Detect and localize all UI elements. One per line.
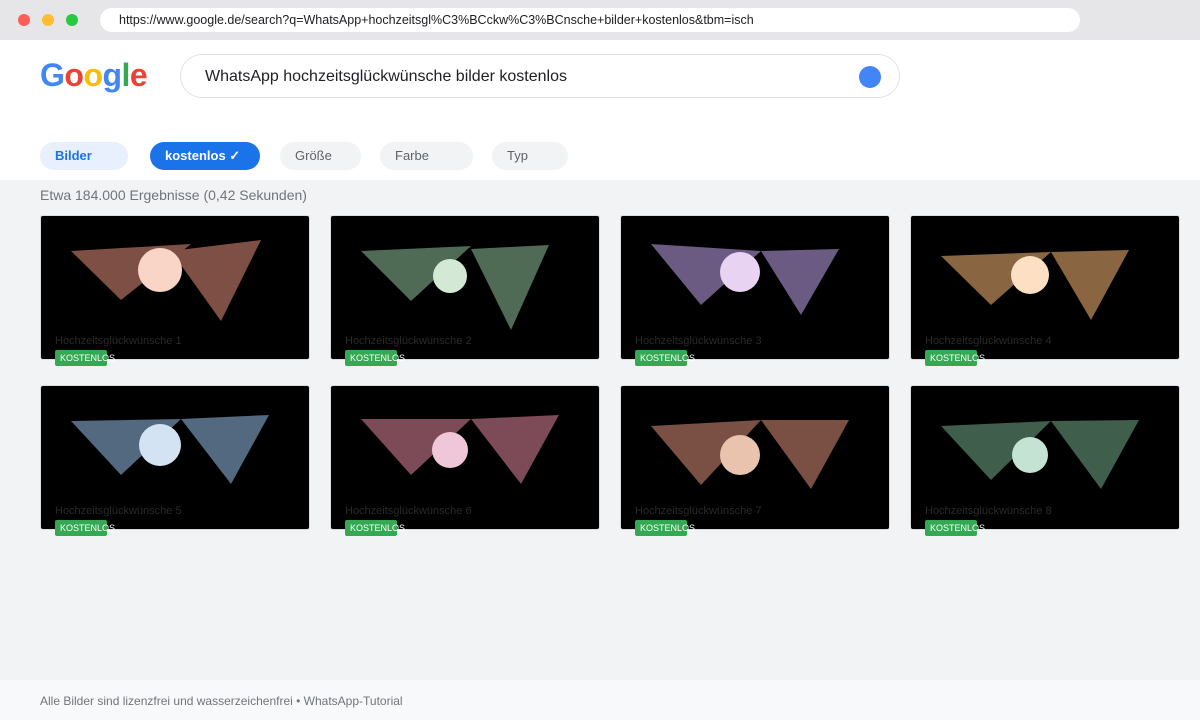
search-icon[interactable] <box>859 66 881 88</box>
footer-text: Alle Bilder sind lizenzfrei und wasserze… <box>40 694 403 708</box>
thumbnail-circle <box>720 435 760 475</box>
logo-letter: g <box>102 57 122 93</box>
logo-letter: o <box>83 57 103 93</box>
thumbnail-right-triangle <box>471 245 549 330</box>
image-result[interactable]: Hochzeitsglückwünsche 1 KOSTENLOS <box>40 215 310 366</box>
thumbnail-circle <box>1011 256 1049 294</box>
thumbnail-right-triangle <box>1051 250 1129 320</box>
close-window-button[interactable] <box>18 14 30 26</box>
image-result[interactable]: Hochzeitsglückwünsche 4 KOSTENLOS <box>910 215 1180 366</box>
image-result[interactable]: Hochzeitsglückwünsche 5 KOSTENLOS <box>40 385 310 536</box>
thumbnail-circle <box>432 432 468 468</box>
image-result-title: Hochzeitsglückwünsche 7 <box>635 505 762 517</box>
image-result-title: Hochzeitsglückwünsche 6 <box>345 505 472 517</box>
logo-letter: o <box>64 57 84 93</box>
kostenlos-badge: KOSTENLOS <box>635 350 695 366</box>
kostenlos-badge: KOSTENLOS <box>345 520 405 536</box>
image-result[interactable]: Hochzeitsglückwünsche 7 KOSTENLOS <box>620 385 890 536</box>
thumbnail-circle <box>720 252 760 292</box>
thumbnail-circle <box>433 259 467 293</box>
image-result-title: Hochzeitsglückwünsche 5 <box>55 505 182 517</box>
thumbnail-circle <box>139 424 181 466</box>
logo-letter: l <box>121 57 131 93</box>
kostenlos-badge: KOSTENLOS <box>55 520 115 536</box>
kostenlos-badge: KOSTENLOS <box>635 520 695 536</box>
page-footer: Alle Bilder sind lizenzfrei und wasserze… <box>0 680 1200 720</box>
kostenlos-badge: KOSTENLOS <box>345 350 405 366</box>
search-query[interactable]: WhatsApp hochzeitsglückwünsche bilder ko… <box>205 55 567 97</box>
logo-letter: e <box>129 57 148 93</box>
image-result-title: Hochzeitsglückwünsche 3 <box>635 335 762 347</box>
logo-letter: G <box>40 57 65 93</box>
image-result-title: Hochzeitsglückwünsche 1 <box>55 335 182 347</box>
thumbnail-right-triangle <box>761 249 839 315</box>
search-header: Google WhatsApp hochzeitsglückwünsche bi… <box>0 40 1200 180</box>
google-logo[interactable]: Google <box>40 57 148 93</box>
filter-typ-chip[interactable]: Typ <box>492 142 568 170</box>
image-result-title: Hochzeitsglückwünsche 2 <box>345 335 472 347</box>
address-bar[interactable]: https://www.google.de/search?q=WhatsApp+… <box>100 8 1080 32</box>
browser-toolbar: https://www.google.de/search?q=WhatsApp+… <box>0 0 1200 40</box>
filter-grosse-chip[interactable]: Größe <box>280 142 361 170</box>
thumbnail-circle <box>138 248 182 292</box>
filter-kostenlos-chip[interactable]: kostenlos ✓ <box>150 142 260 170</box>
thumbnail-right-triangle <box>171 240 261 321</box>
kostenlos-badge: KOSTENLOS <box>925 350 985 366</box>
filter-farbe-chip[interactable]: Farbe <box>380 142 473 170</box>
image-result[interactable]: Hochzeitsglückwünsche 6 KOSTENLOS <box>330 385 600 536</box>
maximize-window-button[interactable] <box>66 14 78 26</box>
kostenlos-badge: KOSTENLOS <box>925 520 985 536</box>
thumbnail-right-triangle <box>1051 420 1139 489</box>
thumbnail-right-triangle <box>471 415 559 484</box>
image-result[interactable]: Hochzeitsglückwünsche 2 KOSTENLOS <box>330 215 600 366</box>
kostenlos-badge: KOSTENLOS <box>55 350 115 366</box>
result-stats: Etwa 184.000 Ergebnisse (0,42 Sekunden) <box>40 187 307 203</box>
thumbnail-right-triangle <box>761 420 849 489</box>
search-input[interactable]: WhatsApp hochzeitsglückwünsche bilder ko… <box>180 54 900 98</box>
thumbnail-right-triangle <box>181 415 269 484</box>
image-result-title: Hochzeitsglückwünsche 8 <box>925 505 1052 517</box>
tab-bilder[interactable]: Bilder <box>40 142 128 170</box>
image-result[interactable]: Hochzeitsglückwünsche 3 KOSTENLOS <box>620 215 890 366</box>
image-result[interactable]: Hochzeitsglückwünsche 8 KOSTENLOS <box>910 385 1180 536</box>
thumbnail-circle <box>1012 437 1048 473</box>
minimize-window-button[interactable] <box>42 14 54 26</box>
image-result-title: Hochzeitsglückwünsche 4 <box>925 335 1052 347</box>
